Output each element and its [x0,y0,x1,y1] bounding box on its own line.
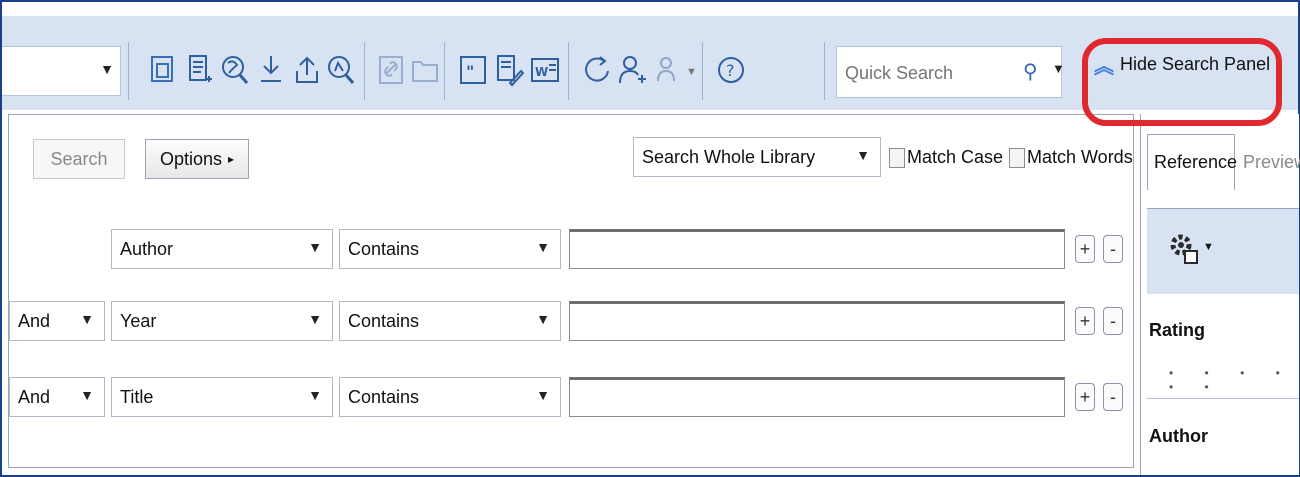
operator-select-row-1[interactable]: Contains ▼ [339,229,561,269]
chevron-down-icon: ▼ [308,239,322,255]
new-reference-icon[interactable] [182,46,216,94]
checkbox-box[interactable] [1009,147,1025,168]
operator-value: Contains [348,238,420,259]
search-scope-value: Search Whole Library [642,146,816,167]
toolbar-separator [444,42,445,100]
svg-text:": " [466,62,474,81]
quick-search-input[interactable] [843,59,1007,87]
gear-icon[interactable] [1167,229,1201,274]
match-case-checkbox[interactable]: Match Case [889,147,1003,168]
format-bibliography-icon[interactable] [492,46,526,94]
add-row-button[interactable]: + [1075,235,1095,263]
share-library-icon[interactable] [616,46,650,94]
hide-search-panel-button[interactable]: ︽ Hide Search Panel [1094,42,1282,86]
toolbar-separator [702,42,703,100]
field-select-row-2[interactable]: Year ▼ [111,301,333,341]
sync-icon[interactable] [580,46,614,94]
field-value: Year [120,310,157,331]
operator-select-row-2[interactable]: Contains ▼ [339,301,561,341]
field-value: Title [120,386,154,407]
toolbar-separator [824,42,825,100]
search-scope-select[interactable]: Search Whole Library ▼ [633,137,881,177]
operator-value: Contains [348,310,420,331]
rating-stars[interactable]: • • • • • • [1169,366,1299,394]
search-button[interactable]: Search [33,139,125,179]
remove-row-button[interactable]: - [1103,307,1123,335]
double-chevron-up-icon: ︽ [1094,55,1114,78]
open-link-icon[interactable] [374,46,408,94]
svg-text:W: W [535,65,548,79]
remove-row-button[interactable]: - [1103,235,1123,263]
chevron-down-icon: ▼ [308,311,322,327]
bool-select-row-3[interactable]: And ▼ [9,377,105,417]
add-row-button[interactable]: + [1075,383,1095,411]
main-toolbar: ▼ " W ▼ ? Quick Search ⚲ ▼ ︽ Hide Search… [2,2,1298,110]
add-row-button[interactable]: + [1075,307,1095,335]
toolbar-separator [568,42,569,100]
divider [1147,398,1299,399]
field-select-row-3[interactable]: Title ▼ [111,377,333,417]
match-words-label: Match Words [1027,147,1133,167]
chevron-down-icon[interactable]: ▼ [1052,61,1065,76]
search-term-input-row-1[interactable] [569,229,1065,269]
toolbar-separator [128,42,129,100]
author-label: Author [1149,426,1208,446]
match-case-label: Match Case [907,147,1004,167]
reference-panel: Reference Preview ▼ Rating • • • • • • A… [1140,114,1300,475]
bool-value: And [18,386,51,407]
chevron-down-icon[interactable]: ▼ [1203,241,1214,253]
copy-references-icon[interactable] [146,46,180,94]
remove-row-button[interactable]: - [1103,383,1123,411]
chevron-down-icon[interactable]: ▼ [686,66,697,78]
chevron-down-icon: ▼ [308,387,322,403]
field-value: Author [120,238,174,259]
open-file-icon[interactable] [408,46,442,94]
hide-search-panel-label: Hide Search Panel [1120,53,1271,74]
operator-value: Contains [348,386,420,407]
triangle-right-icon: ▸ [228,152,235,166]
quick-search-box: ⚲ ▼ [836,46,1065,98]
operator-select-row-3[interactable]: Contains ▼ [339,377,561,417]
chevron-down-icon: ▼ [80,387,94,403]
field-select-row-1[interactable]: Author ▼ [111,229,333,269]
library-style-combo[interactable]: ▼ [2,46,121,96]
reference-toolbar: ▼ [1147,208,1299,295]
match-words-checkbox[interactable]: Match Words [1009,147,1133,168]
return-to-word-icon[interactable]: W [528,46,562,94]
chevron-down-icon: ▼ [536,239,550,255]
chevron-down-icon: ▼ [536,387,550,403]
tab-preview[interactable]: Preview [1237,134,1300,190]
search-term-input-row-3[interactable] [569,377,1065,417]
toolbar-separator [364,42,365,100]
insert-citation-icon[interactable]: " [456,46,490,94]
app-window: ▼ " W ▼ ? Quick Search ⚲ ▼ ︽ Hide Search… [0,0,1300,477]
bool-value: And [18,310,51,331]
export-icon[interactable] [290,46,324,94]
options-button[interactable]: Options ▸ [145,139,249,179]
help-icon[interactable]: ? [714,46,748,94]
search-term-input-row-2[interactable] [569,301,1065,341]
online-search-icon[interactable] [218,46,252,94]
rating-label: Rating [1149,320,1205,340]
tab-reference[interactable]: Reference [1147,134,1237,190]
import-icon[interactable] [254,46,288,94]
checkbox-box[interactable] [889,147,905,168]
options-label: Options [159,148,222,169]
bool-select-row-2[interactable]: And ▼ [9,301,105,341]
search-panel: Search Options ▸ Search Whole Library ▼ … [8,114,1134,468]
chevron-down-icon: ▼ [536,311,550,327]
share-group-icon[interactable] [652,46,686,94]
chevron-down-icon[interactable]: ▼ [100,61,114,77]
find-full-text-icon[interactable] [324,46,358,94]
chevron-down-icon: ▼ [80,311,94,327]
reference-fields: Rating • • • • • • Author [1147,294,1299,475]
search-icon[interactable]: ⚲ [1023,59,1038,84]
svg-text:?: ? [726,61,735,80]
chevron-down-icon: ▼ [856,147,870,163]
